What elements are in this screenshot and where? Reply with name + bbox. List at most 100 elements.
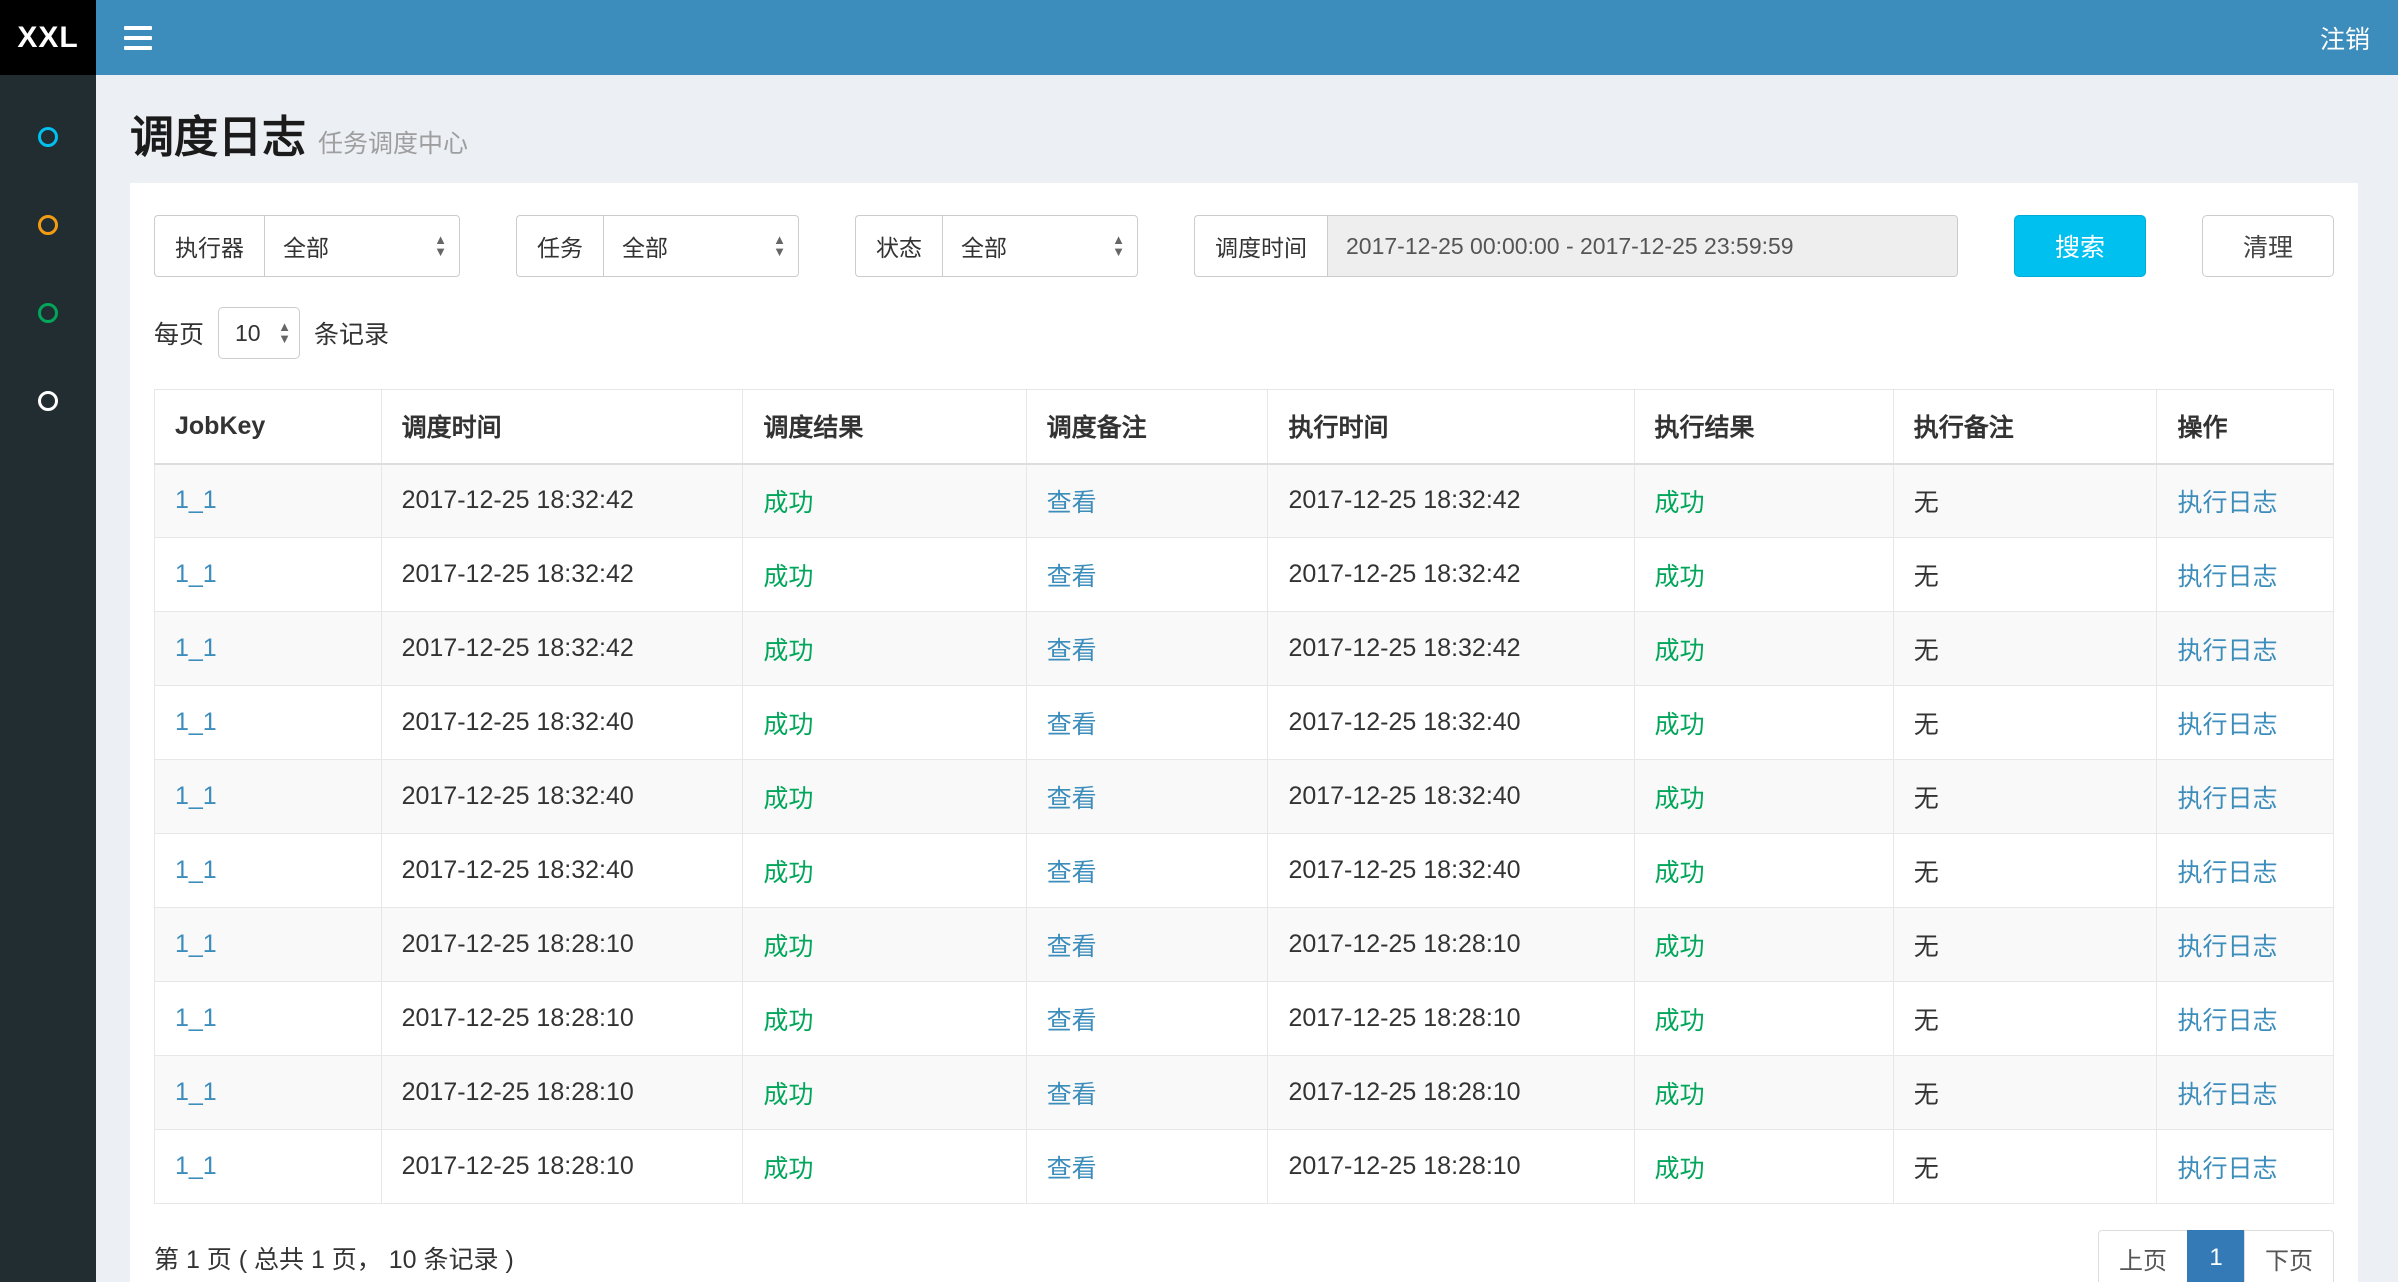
- handle-result-cell: 成功: [1634, 464, 1893, 538]
- column-header: 调度备注: [1026, 390, 1268, 464]
- jobkey-link[interactable]: 1_1: [175, 634, 217, 662]
- exec-log-link[interactable]: 执行日志: [2177, 563, 2277, 591]
- handle-msg-cell: 无: [1893, 908, 2157, 982]
- table-cell: 1_1: [155, 464, 382, 538]
- jobkey-link[interactable]: 1_1: [175, 1152, 217, 1180]
- table-cell: 查看: [1026, 464, 1268, 538]
- exec-log-link[interactable]: 执行日志: [2177, 1007, 2277, 1035]
- status-select[interactable]: 全部 ▲▼: [942, 215, 1138, 277]
- handle-time-cell: 2017-12-25 18:32:40: [1268, 760, 1634, 834]
- page-size-suffix: 条记录: [314, 315, 389, 351]
- handle-msg-cell: 无: [1893, 1056, 2157, 1130]
- exec-log-link[interactable]: 执行日志: [2177, 859, 2277, 887]
- clear-button[interactable]: 清理: [2202, 215, 2334, 277]
- pagination: 上页 1 下页: [2098, 1230, 2334, 1282]
- trigger-msg-link[interactable]: 查看: [1047, 711, 1097, 739]
- current-page-button[interactable]: 1: [2187, 1230, 2245, 1282]
- handle-msg-cell: 无: [1893, 760, 2157, 834]
- table-footer: 第 1 页 ( 总共 1 页， 10 条记录 ) 上页 1 下页: [154, 1230, 2334, 1282]
- circle-icon: [38, 215, 58, 235]
- circle-icon: [38, 303, 58, 323]
- jobkey-link[interactable]: 1_1: [175, 856, 217, 884]
- table-cell: 1_1: [155, 908, 382, 982]
- table-row: 1_12017-12-25 18:28:10成功查看2017-12-25 18:…: [155, 908, 2334, 982]
- page-size-select[interactable]: 10 ▲▼: [218, 307, 300, 359]
- trigger-msg-link[interactable]: 查看: [1047, 785, 1097, 813]
- job-select[interactable]: 全部 ▲▼: [603, 215, 799, 277]
- jobkey-link[interactable]: 1_1: [175, 560, 217, 588]
- table-row: 1_12017-12-25 18:32:42成功查看2017-12-25 18:…: [155, 538, 2334, 612]
- trigger-msg-link[interactable]: 查看: [1047, 1007, 1097, 1035]
- executor-select[interactable]: 全部 ▲▼: [264, 215, 460, 277]
- jobkey-link[interactable]: 1_1: [175, 1004, 217, 1032]
- exec-log-link[interactable]: 执行日志: [2177, 637, 2277, 665]
- handle-result-cell: 成功: [1634, 760, 1893, 834]
- trigger-time-cell: 2017-12-25 18:32:42: [381, 538, 743, 612]
- trigger-time-cell: 2017-12-25 18:32:42: [381, 612, 743, 686]
- table-row: 1_12017-12-25 18:32:40成功查看2017-12-25 18:…: [155, 760, 2334, 834]
- table-cell: 执行日志: [2157, 982, 2334, 1056]
- handle-result-cell: 成功: [1634, 834, 1893, 908]
- table-cell: 查看: [1026, 686, 1268, 760]
- table-cell: 查看: [1026, 908, 1268, 982]
- content-header: 调度日志任务调度中心: [130, 75, 2358, 183]
- trigger-msg-link[interactable]: 查看: [1047, 637, 1097, 665]
- sidebar-toggle-icon[interactable]: [124, 26, 152, 50]
- time-range-input[interactable]: 2017-12-25 00:00:00 - 2017-12-25 23:59:5…: [1327, 215, 1958, 277]
- status-filter-label: 状态: [855, 215, 942, 277]
- jobkey-link[interactable]: 1_1: [175, 708, 217, 736]
- handle-msg-cell: 无: [1893, 538, 2157, 612]
- table-row: 1_12017-12-25 18:32:40成功查看2017-12-25 18:…: [155, 686, 2334, 760]
- column-header: 调度时间: [381, 390, 743, 464]
- search-button[interactable]: 搜索: [2014, 215, 2146, 277]
- handle-time-cell: 2017-12-25 18:32:42: [1268, 612, 1634, 686]
- table-cell: 执行日志: [2157, 760, 2334, 834]
- job-select-value: 全部: [622, 229, 668, 263]
- app-logo[interactable]: XXL: [0, 0, 96, 75]
- table-cell: 查看: [1026, 538, 1268, 612]
- exec-log-link[interactable]: 执行日志: [2177, 1081, 2277, 1109]
- trigger-result-cell: 成功: [743, 464, 1026, 538]
- handle-result-cell: 成功: [1634, 1056, 1893, 1130]
- jobkey-link[interactable]: 1_1: [175, 782, 217, 810]
- exec-log-link[interactable]: 执行日志: [2177, 933, 2277, 961]
- exec-log-link[interactable]: 执行日志: [2177, 1155, 2277, 1183]
- trigger-result-cell: 成功: [743, 538, 1026, 612]
- log-panel: 执行器 全部 ▲▼ 任务 全部 ▲▼ 状态 全部: [130, 183, 2358, 1282]
- trigger-msg-link[interactable]: 查看: [1047, 1155, 1097, 1183]
- circle-icon: [38, 127, 58, 147]
- handle-msg-cell: 无: [1893, 1130, 2157, 1204]
- trigger-msg-link[interactable]: 查看: [1047, 563, 1097, 591]
- select-stepper-icon: ▲▼: [278, 321, 291, 345]
- sidebar-item-3[interactable]: [0, 269, 96, 357]
- sidebar-item-2[interactable]: [0, 181, 96, 269]
- jobkey-link[interactable]: 1_1: [175, 486, 217, 514]
- handle-result-cell: 成功: [1634, 612, 1893, 686]
- trigger-msg-link[interactable]: 查看: [1047, 489, 1097, 517]
- sidebar-item-4[interactable]: [0, 357, 96, 445]
- trigger-msg-link[interactable]: 查看: [1047, 933, 1097, 961]
- table-cell: 执行日志: [2157, 1056, 2334, 1130]
- page-size-prefix: 每页: [154, 315, 204, 351]
- logout-link[interactable]: 注销: [2320, 20, 2370, 56]
- time-filter-label: 调度时间: [1194, 215, 1327, 277]
- trigger-time-cell: 2017-12-25 18:28:10: [381, 982, 743, 1056]
- handle-msg-cell: 无: [1893, 686, 2157, 760]
- exec-log-link[interactable]: 执行日志: [2177, 711, 2277, 739]
- jobkey-link[interactable]: 1_1: [175, 930, 217, 958]
- exec-log-link[interactable]: 执行日志: [2177, 489, 2277, 517]
- pagination-summary: 第 1 页 ( 总共 1 页， 10 条记录 ): [154, 1240, 514, 1276]
- jobkey-link[interactable]: 1_1: [175, 1078, 217, 1106]
- handle-result-cell: 成功: [1634, 982, 1893, 1056]
- handle-msg-cell: 无: [1893, 834, 2157, 908]
- handle-time-cell: 2017-12-25 18:32:40: [1268, 686, 1634, 760]
- trigger-msg-link[interactable]: 查看: [1047, 1081, 1097, 1109]
- prev-page-button[interactable]: 上页: [2098, 1230, 2188, 1282]
- select-stepper-icon: ▲▼: [773, 234, 786, 258]
- exec-log-link[interactable]: 执行日志: [2177, 785, 2277, 813]
- table-cell: 查看: [1026, 760, 1268, 834]
- next-page-button[interactable]: 下页: [2244, 1230, 2334, 1282]
- trigger-result-cell: 成功: [743, 908, 1026, 982]
- trigger-msg-link[interactable]: 查看: [1047, 859, 1097, 887]
- sidebar-item-1[interactable]: [0, 93, 96, 181]
